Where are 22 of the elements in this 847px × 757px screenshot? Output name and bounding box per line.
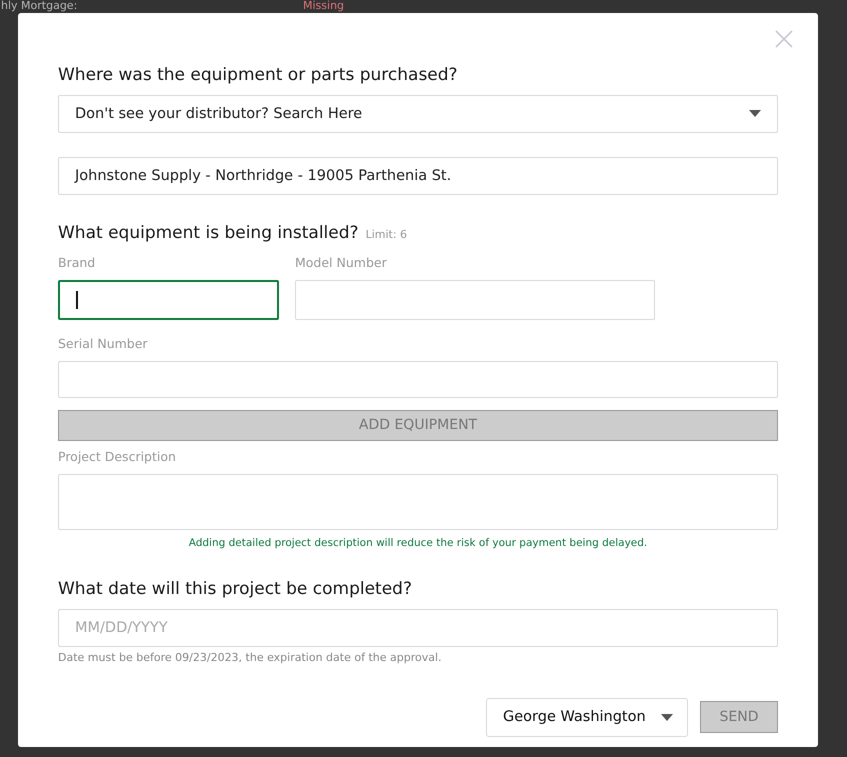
distributor-field[interactable]: Johnstone Supply - Northridge - 19005 Parthenia St. (58, 156, 778, 195)
section-heading: What date will this project be completed? (58, 578, 413, 602)
model-number-field[interactable] (295, 280, 655, 320)
caret-icon (749, 110, 761, 118)
field-label: Model Number (295, 254, 388, 271)
field-label: Brand (58, 254, 96, 271)
date-note: Date must be before 09/23/2023, the expiration date of the approval. (58, 650, 443, 664)
person-select[interactable]: George Washington (486, 698, 688, 737)
brand-field[interactable] (58, 280, 279, 320)
background-status: Missing (303, 0, 344, 12)
serial-number-field[interactable] (58, 360, 778, 398)
description-field[interactable] (58, 474, 778, 530)
field-label: Serial Number (58, 336, 149, 352)
description-hint: Adding detailed project description will reduce the risk of your payment being delayed. (188, 537, 648, 550)
field-label: Project Description (58, 448, 177, 465)
distributor-select[interactable]: Don't see your distributor? Search Here (58, 95, 778, 133)
close-icon[interactable] (775, 30, 793, 48)
limit-note: Limit: 6 (366, 228, 408, 241)
section-heading: What equipment is being installed? (58, 222, 359, 245)
background-label: hly Mortgage: (1, 0, 78, 12)
section-heading: Where was the equipment or parts purchased? (58, 64, 459, 87)
caret-icon (661, 714, 673, 721)
